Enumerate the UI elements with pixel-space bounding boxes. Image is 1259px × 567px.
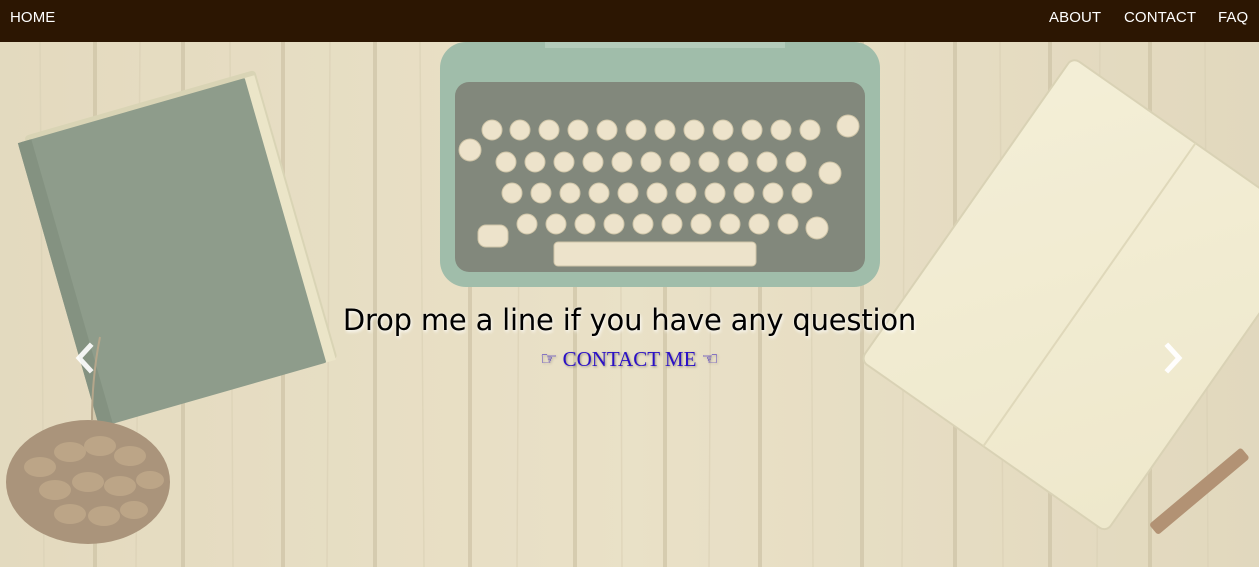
hand-pointing-right-icon: ☞ <box>540 348 558 371</box>
contact-me-label: CONTACT ME <box>562 347 697 372</box>
hero-heading: Drop me a line if you have any question <box>342 303 917 337</box>
hero-carousel: Drop me a line if you have any question … <box>0 42 1259 567</box>
hand-pointing-left-icon: ☜ <box>701 348 719 371</box>
hero-caption: Drop me a line if you have any question … <box>0 300 1259 374</box>
carousel-next-button[interactable] <box>1158 338 1188 378</box>
page: HOME ABOUT CONTACT FAQ Drop me a line if… <box>0 0 1259 567</box>
chevron-left-icon <box>75 342 94 374</box>
contact-me-link[interactable]: ☞ CONTACT ME ☜ <box>540 342 718 374</box>
nav-about-link[interactable]: ABOUT <box>1049 0 1101 36</box>
chevron-right-icon <box>1164 342 1183 374</box>
top-navbar: HOME ABOUT CONTACT FAQ <box>0 0 1259 42</box>
carousel-prev-button[interactable] <box>70 338 100 378</box>
nav-home-link[interactable]: HOME <box>10 0 55 36</box>
nav-contact-link[interactable]: CONTACT <box>1124 0 1196 36</box>
nav-faq-link[interactable]: FAQ <box>1218 0 1248 36</box>
